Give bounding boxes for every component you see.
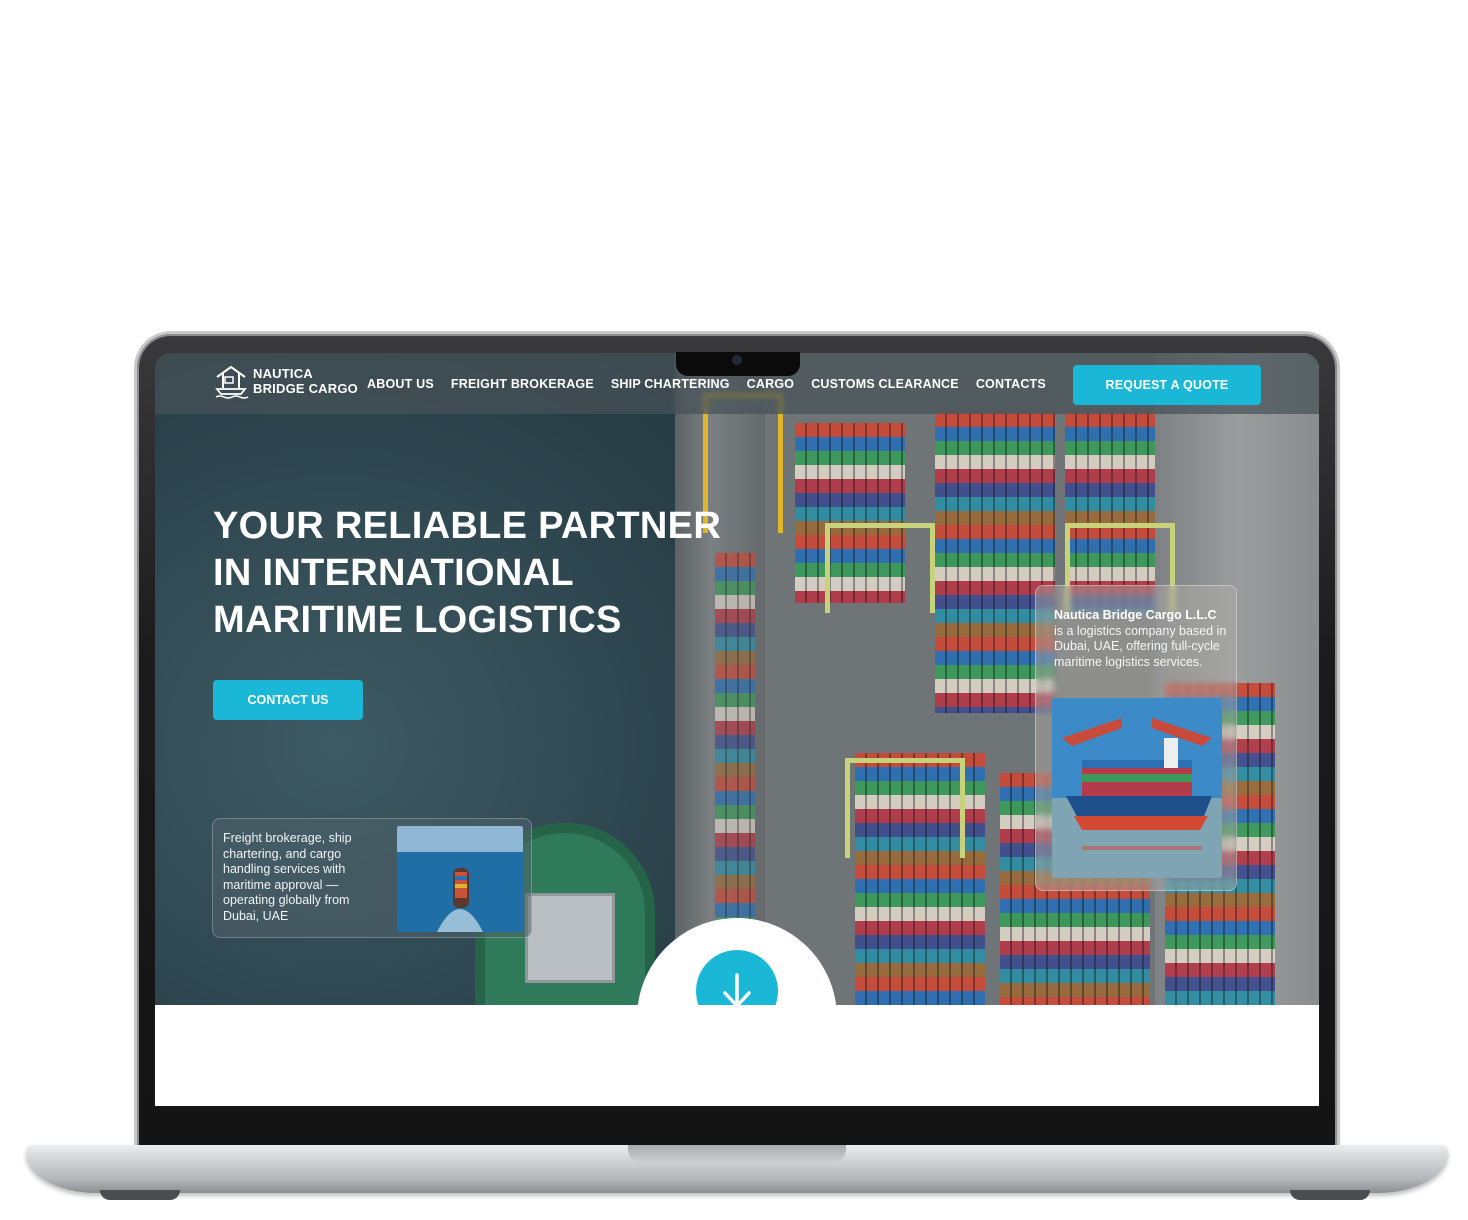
browser-viewport: NAUTICA BRIDGE CARGO ABOUT US FREIGHT BR… xyxy=(155,353,1319,1106)
container-ship-illustration xyxy=(1052,698,1222,878)
crane-shape xyxy=(825,523,935,613)
nav-ship-chartering[interactable]: SHIP CHARTERING xyxy=(611,377,730,391)
nav-freight-brokerage[interactable]: FREIGHT BROKERAGE xyxy=(451,377,594,391)
nav-cargo[interactable]: CARGO xyxy=(747,377,795,391)
crane-shape xyxy=(845,758,965,858)
nav-customs-clearance[interactable]: CUSTOMS CLEARANCE xyxy=(811,377,959,391)
camera-notch xyxy=(676,352,800,376)
camera-icon xyxy=(733,356,741,364)
port-crane-ship-icon xyxy=(215,365,249,399)
logo-line-1: NAUTICA xyxy=(253,366,313,381)
company-info-card: Nautica Bridge Cargo L.L.C is a logistic… xyxy=(1035,585,1237,891)
ship-deck-shape xyxy=(525,893,615,983)
ship-at-sea-image xyxy=(397,826,523,932)
hero-title-line-2: IN INTERNATIONAL xyxy=(213,552,574,594)
services-card-text: Freight brokerage, ship chartering, and … xyxy=(223,831,352,923)
container-ship-image xyxy=(1052,698,1222,878)
laptop-foot xyxy=(100,1190,180,1200)
arrow-down-icon xyxy=(723,973,751,1005)
hero-title: YOUR RELIABLE PARTNER IN INTERNATIONAL M… xyxy=(213,503,733,644)
company-name: Nautica Bridge Cargo L.L.C xyxy=(1054,608,1217,622)
nav-about-us[interactable]: ABOUT US xyxy=(367,377,434,391)
laptop-mockup: NAUTICA BRIDGE CARGO ABOUT US FREIGHT BR… xyxy=(0,0,1468,1220)
company-description: is a logistics company based in Dubai, U… xyxy=(1054,624,1227,669)
next-section xyxy=(155,1005,1319,1106)
hero-section: NAUTICA BRIDGE CARGO ABOUT US FREIGHT BR… xyxy=(155,353,1319,1005)
hero-title-line-3: MARITIME LOGISTICS xyxy=(213,599,622,641)
ship-at-sea-illustration xyxy=(397,826,523,932)
laptop-foot xyxy=(1290,1190,1370,1200)
request-quote-button[interactable]: REQUEST A QUOTE xyxy=(1073,365,1261,405)
hero-title-line-1: YOUR RELIABLE PARTNER xyxy=(213,505,722,547)
services-card: Freight brokerage, ship chartering, and … xyxy=(212,818,532,938)
laptop-base-groove xyxy=(628,1145,846,1163)
nav-contacts[interactable]: CONTACTS xyxy=(976,377,1046,391)
contact-us-button[interactable]: CONTACT US xyxy=(213,680,363,720)
main-nav: ABOUT US FREIGHT BROKERAGE SHIP CHARTERI… xyxy=(367,377,1063,391)
logo-text: NAUTICA BRIDGE CARGO xyxy=(253,366,358,396)
logo[interactable]: NAUTICA BRIDGE CARGO xyxy=(213,363,358,399)
logo-line-2: BRIDGE CARGO xyxy=(253,381,358,396)
